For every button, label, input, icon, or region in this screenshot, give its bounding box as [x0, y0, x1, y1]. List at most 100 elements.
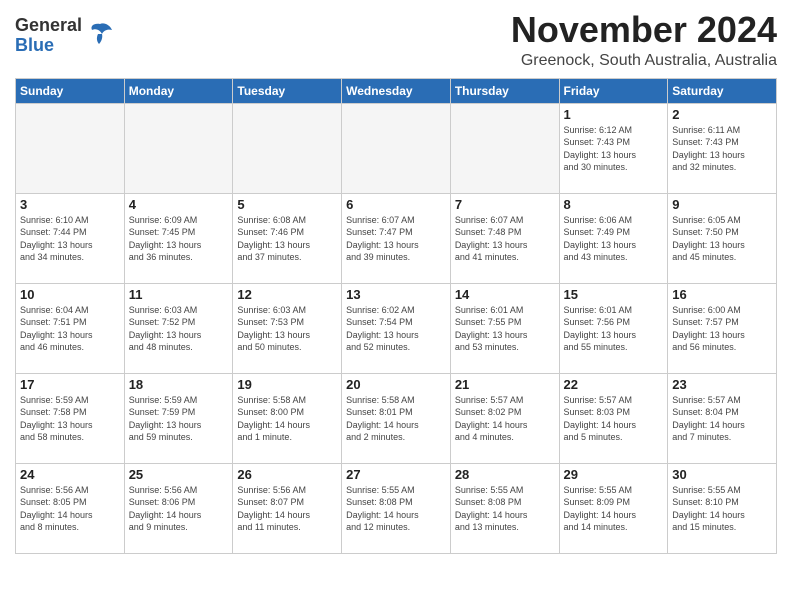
day-info: Sunrise: 5:55 AM Sunset: 8:10 PM Dayligh…	[672, 484, 772, 534]
day-number: 18	[129, 377, 229, 392]
calendar-cell: 26 Sunrise: 5:56 AM Sunset: 8:07 PM Dayli…	[233, 463, 342, 553]
day-number: 28	[455, 467, 555, 482]
logo-bird-icon	[86, 20, 114, 48]
calendar-cell: 12Sunrise: 6:03 AM Sunset: 7:53 PM Dayli…	[233, 283, 342, 373]
day-info: Sunrise: 6:11 AM Sunset: 7:43 PM Dayligh…	[672, 124, 772, 174]
day-info: Sunrise: 6:06 AM Sunset: 7:49 PM Dayligh…	[564, 214, 664, 264]
calendar-week-3: 17 Sunrise: 5:59 AM Sunset: 7:58 PM Dayli…	[16, 373, 777, 463]
day-info: Sunrise: 5:57 AM Sunset: 8:04 PM Dayligh…	[672, 394, 772, 444]
day-number: 13	[346, 287, 446, 302]
calendar-cell: 1 Sunrise: 6:12 AM Sunset: 7:43 PM Daylig…	[559, 103, 668, 193]
calendar-cell: 16 Sunrise: 6:00 AM Sunset: 7:57 PM Dayli…	[668, 283, 777, 373]
day-info: Sunrise: 5:59 AM Sunset: 7:58 PM Dayligh…	[20, 394, 120, 444]
calendar-cell	[233, 103, 342, 193]
calendar-cell: 22Sunrise: 5:57 AM Sunset: 8:03 PM Dayli…	[559, 373, 668, 463]
day-info: Sunrise: 6:10 AM Sunset: 7:44 PM Dayligh…	[20, 214, 120, 264]
calendar-cell	[342, 103, 451, 193]
day-info: Sunrise: 6:05 AM Sunset: 7:50 PM Dayligh…	[672, 214, 772, 264]
calendar-header-row: SundayMondayTuesdayWednesdayThursdayFrid…	[16, 78, 777, 103]
day-number: 16	[672, 287, 772, 302]
day-number: 12	[237, 287, 337, 302]
day-number: 3	[20, 197, 120, 212]
calendar-cell: 7Sunrise: 6:07 AM Sunset: 7:48 PM Daylig…	[450, 193, 559, 283]
day-info: Sunrise: 6:12 AM Sunset: 7:43 PM Dayligh…	[564, 124, 664, 174]
calendar-cell: 10 Sunrise: 6:04 AM Sunset: 7:51 PM Dayli…	[16, 283, 125, 373]
day-info: Sunrise: 5:55 AM Sunset: 8:08 PM Dayligh…	[455, 484, 555, 534]
calendar-header-saturday: Saturday	[668, 78, 777, 103]
day-info: Sunrise: 5:56 AM Sunset: 8:05 PM Dayligh…	[20, 484, 120, 534]
day-number: 6	[346, 197, 446, 212]
day-number: 25	[129, 467, 229, 482]
calendar-header-friday: Friday	[559, 78, 668, 103]
calendar-cell: 20Sunrise: 5:58 AM Sunset: 8:01 PM Dayli…	[342, 373, 451, 463]
day-info: Sunrise: 5:58 AM Sunset: 8:00 PM Dayligh…	[237, 394, 337, 444]
calendar-cell: 13Sunrise: 6:02 AM Sunset: 7:54 PM Dayli…	[342, 283, 451, 373]
day-info: Sunrise: 6:01 AM Sunset: 7:56 PM Dayligh…	[564, 304, 664, 354]
day-number: 7	[455, 197, 555, 212]
day-number: 11	[129, 287, 229, 302]
day-number: 1	[564, 107, 664, 122]
day-info: Sunrise: 6:00 AM Sunset: 7:57 PM Dayligh…	[672, 304, 772, 354]
day-number: 9	[672, 197, 772, 212]
day-number: 24	[20, 467, 120, 482]
day-number: 2	[672, 107, 772, 122]
day-info: Sunrise: 6:09 AM Sunset: 7:45 PM Dayligh…	[129, 214, 229, 264]
day-number: 4	[129, 197, 229, 212]
calendar-header-wednesday: Wednesday	[342, 78, 451, 103]
calendar-cell: 4 Sunrise: 6:09 AM Sunset: 7:45 PM Daylig…	[124, 193, 233, 283]
calendar-cell: 11 Sunrise: 6:03 AM Sunset: 7:52 PM Dayli…	[124, 283, 233, 373]
day-info: Sunrise: 5:55 AM Sunset: 8:09 PM Dayligh…	[564, 484, 664, 534]
logo: General Blue	[15, 16, 114, 56]
day-info: Sunrise: 6:04 AM Sunset: 7:51 PM Dayligh…	[20, 304, 120, 354]
day-info: Sunrise: 6:03 AM Sunset: 7:52 PM Dayligh…	[129, 304, 229, 354]
day-number: 8	[564, 197, 664, 212]
day-info: Sunrise: 5:56 AM Sunset: 8:06 PM Dayligh…	[129, 484, 229, 534]
day-number: 27	[346, 467, 446, 482]
day-info: Sunrise: 6:01 AM Sunset: 7:55 PM Dayligh…	[455, 304, 555, 354]
calendar-cell: 19Sunrise: 5:58 AM Sunset: 8:00 PM Dayli…	[233, 373, 342, 463]
day-number: 10	[20, 287, 120, 302]
calendar-cell: 9 Sunrise: 6:05 AM Sunset: 7:50 PM Daylig…	[668, 193, 777, 283]
calendar-week-1: 3 Sunrise: 6:10 AM Sunset: 7:44 PM Daylig…	[16, 193, 777, 283]
calendar-cell	[124, 103, 233, 193]
calendar-cell: 28 Sunrise: 5:55 AM Sunset: 8:08 PM Dayli…	[450, 463, 559, 553]
calendar-cell: 18 Sunrise: 5:59 AM Sunset: 7:59 PM Dayli…	[124, 373, 233, 463]
day-number: 5	[237, 197, 337, 212]
calendar-header-monday: Monday	[124, 78, 233, 103]
day-info: Sunrise: 5:55 AM Sunset: 8:08 PM Dayligh…	[346, 484, 446, 534]
calendar-cell: 25 Sunrise: 5:56 AM Sunset: 8:06 PM Dayli…	[124, 463, 233, 553]
calendar-cell: 29 Sunrise: 5:55 AM Sunset: 8:09 PM Dayli…	[559, 463, 668, 553]
calendar-cell: 17 Sunrise: 5:59 AM Sunset: 7:58 PM Dayli…	[16, 373, 125, 463]
day-number: 17	[20, 377, 120, 392]
calendar-cell: 15 Sunrise: 6:01 AM Sunset: 7:56 PM Dayli…	[559, 283, 668, 373]
day-info: Sunrise: 5:57 AM Sunset: 8:02 PM Dayligh…	[455, 394, 555, 444]
calendar-cell: 30 Sunrise: 5:55 AM Sunset: 8:10 PM Dayli…	[668, 463, 777, 553]
day-number: 29	[564, 467, 664, 482]
day-info: Sunrise: 5:57 AM Sunset: 8:03 PM Dayligh…	[564, 394, 664, 444]
title-area: November 2024 Greenock, South Australia,…	[511, 10, 777, 70]
calendar-cell	[450, 103, 559, 193]
day-number: 14	[455, 287, 555, 302]
header: General Blue November 2024 Greenock, Sou…	[15, 10, 777, 70]
day-info: Sunrise: 5:56 AM Sunset: 8:07 PM Dayligh…	[237, 484, 337, 534]
calendar-cell: 24 Sunrise: 5:56 AM Sunset: 8:05 PM Dayli…	[16, 463, 125, 553]
calendar-cell	[16, 103, 125, 193]
month-title: November 2024	[511, 10, 777, 50]
day-number: 21	[455, 377, 555, 392]
day-number: 26	[237, 467, 337, 482]
day-info: Sunrise: 6:08 AM Sunset: 7:46 PM Dayligh…	[237, 214, 337, 264]
calendar-cell: 6Sunrise: 6:07 AM Sunset: 7:47 PM Daylig…	[342, 193, 451, 283]
calendar-header-tuesday: Tuesday	[233, 78, 342, 103]
calendar-cell: 27 Sunrise: 5:55 AM Sunset: 8:08 PM Dayli…	[342, 463, 451, 553]
day-number: 30	[672, 467, 772, 482]
calendar-header-thursday: Thursday	[450, 78, 559, 103]
day-info: Sunrise: 5:59 AM Sunset: 7:59 PM Dayligh…	[129, 394, 229, 444]
day-info: Sunrise: 5:58 AM Sunset: 8:01 PM Dayligh…	[346, 394, 446, 444]
calendar-cell: 2 Sunrise: 6:11 AM Sunset: 7:43 PM Daylig…	[668, 103, 777, 193]
day-number: 15	[564, 287, 664, 302]
calendar-cell: 14 Sunrise: 6:01 AM Sunset: 7:55 PM Dayli…	[450, 283, 559, 373]
day-number: 23	[672, 377, 772, 392]
calendar-cell: 21 Sunrise: 5:57 AM Sunset: 8:02 PM Dayli…	[450, 373, 559, 463]
logo-general: General	[15, 16, 82, 36]
calendar-header-sunday: Sunday	[16, 78, 125, 103]
